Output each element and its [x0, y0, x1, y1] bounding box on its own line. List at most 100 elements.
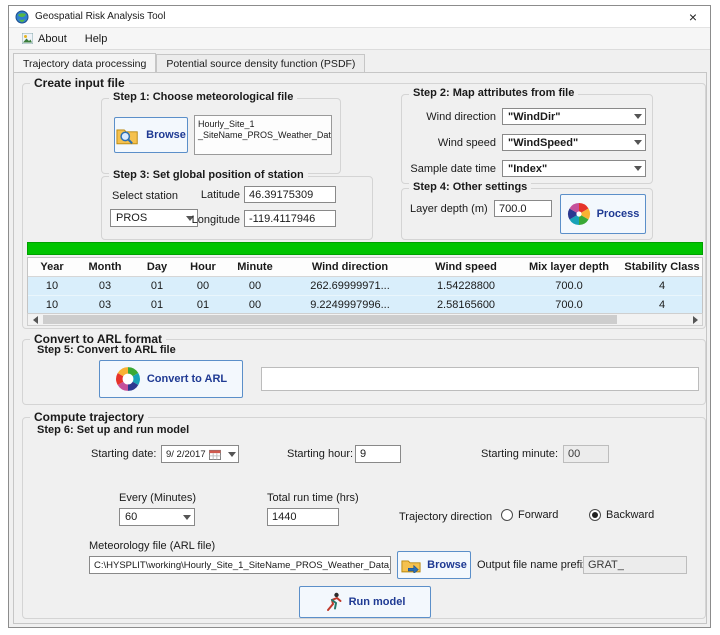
forward-radio[interactable]: Forward: [501, 509, 558, 521]
table-cell[interactable]: 01: [134, 280, 180, 292]
table-cell[interactable]: 262.69999971...: [284, 280, 416, 292]
table-cell[interactable]: 4: [622, 280, 702, 292]
scrollbar-thumb[interactable]: [43, 315, 617, 324]
table-cell[interactable]: 00: [226, 280, 284, 292]
met-file-name-line2: _SiteName_PROS_Weather_Data.csv: [198, 130, 328, 141]
tab-strip: Trajectory data processing Potential sou…: [13, 52, 365, 72]
radio-selected-icon[interactable]: [589, 509, 601, 521]
close-button[interactable]: ×: [682, 10, 704, 24]
step3-title: Step 3: Set global position of station: [109, 169, 308, 181]
output-prefix-label: Output file name prefix: [477, 559, 588, 571]
every-minutes-label: Every (Minutes): [119, 492, 196, 504]
total-run-time-field[interactable]: 1440: [267, 508, 339, 526]
sample-date-time-value: "Index": [508, 163, 547, 175]
table-horizontal-scrollbar[interactable]: [27, 313, 703, 326]
wind-direction-select[interactable]: "WindDir": [502, 108, 646, 125]
latitude-label: Latitude: [194, 189, 240, 201]
desktop: Geospatial Risk Analysis Tool × About He…: [0, 0, 720, 635]
folder-arrow-icon: [401, 558, 421, 573]
browse-arl-file-button[interactable]: Browse: [397, 551, 471, 579]
longitude-label: Longitude: [188, 214, 240, 226]
table-cell[interactable]: 700.0: [516, 299, 622, 311]
step4-title: Step 4: Other settings: [409, 181, 531, 193]
latitude-field[interactable]: 46.39175309: [244, 186, 336, 203]
menu-about[interactable]: About: [13, 31, 76, 47]
browse-met-file-button[interactable]: Browse: [114, 117, 188, 153]
table-header-cell[interactable]: Month: [76, 261, 134, 273]
process-label: Process: [597, 208, 640, 220]
table-cell[interactable]: 01: [134, 299, 180, 311]
chevron-down-icon[interactable]: [183, 515, 191, 520]
scroll-left-icon[interactable]: [28, 314, 42, 325]
chevron-down-icon[interactable]: [634, 114, 642, 119]
scroll-right-icon[interactable]: [688, 314, 702, 325]
table-header-cell[interactable]: Minute: [226, 261, 284, 273]
longitude-field[interactable]: -119.4117946: [244, 210, 336, 227]
browse-met-file-label: Browse: [146, 129, 186, 141]
table-cell[interactable]: 1.54228800: [416, 280, 516, 292]
about-icon: [22, 33, 33, 44]
table-cell[interactable]: 9.2249997996...: [284, 299, 416, 311]
tab-psdf[interactable]: Potential source density function (PSDF): [156, 54, 365, 72]
layer-depth-label: Layer depth (m): [410, 203, 488, 215]
process-button[interactable]: Process: [560, 194, 646, 234]
table-header-cell[interactable]: Mix layer depth: [516, 261, 622, 273]
window-title: Geospatial Risk Analysis Tool: [35, 11, 165, 22]
step2-title: Step 2: Map attributes from file: [409, 87, 578, 99]
every-minutes-select[interactable]: 60: [119, 508, 195, 526]
starting-hour-label: Starting hour:: [287, 448, 353, 460]
table-cell[interactable]: 2.58165600: [416, 299, 516, 311]
sample-date-time-select[interactable]: "Index": [502, 160, 646, 177]
starting-hour-field[interactable]: 9: [355, 445, 401, 463]
table-header-cell[interactable]: Wind speed: [416, 261, 516, 273]
table-cell[interactable]: 10: [28, 299, 76, 311]
every-minutes-value: 60: [125, 511, 137, 523]
step1-group: Step 1: Choose meteorological file Brows…: [101, 98, 341, 174]
table-header-cell[interactable]: Hour: [180, 261, 226, 273]
radio-icon[interactable]: [501, 509, 513, 521]
wind-speed-label: Wind speed: [406, 137, 496, 149]
met-arl-file-label: Meteorology file (ARL file): [89, 540, 215, 552]
wind-speed-select[interactable]: "WindSpeed": [502, 134, 646, 151]
table-cell[interactable]: 700.0: [516, 280, 622, 292]
chevron-down-icon[interactable]: [634, 140, 642, 145]
met-file-name-line1: Hourly_Site_1: [198, 119, 328, 130]
menu-help-label: Help: [85, 33, 108, 45]
table-cell[interactable]: 00: [180, 280, 226, 292]
station-select[interactable]: PROS: [110, 209, 198, 227]
title-bar[interactable]: Geospatial Risk Analysis Tool ×: [9, 6, 710, 28]
backward-radio-label: Backward: [606, 509, 654, 521]
pinwheel-icon: [567, 202, 591, 226]
step3-group: Step 3: Set global position of station S…: [101, 176, 373, 240]
convert-to-arl-button[interactable]: Convert to ARL: [99, 360, 243, 398]
create-input-file-title: Create input file: [30, 76, 129, 90]
menu-help[interactable]: Help: [76, 31, 117, 47]
table-cell[interactable]: 4: [622, 299, 702, 311]
tab-trajectory-data-processing[interactable]: Trajectory data processing: [13, 53, 156, 72]
table-cell[interactable]: 00: [226, 299, 284, 311]
convert-arl-group: Convert to ARL format Step 5: Convert to…: [22, 339, 706, 405]
table-cell[interactable]: 10: [28, 280, 76, 292]
met-arl-file-field[interactable]: C:\HYSPLIT\working\Hourly_Site_1_SiteNam…: [89, 556, 391, 574]
run-model-button[interactable]: Run model: [299, 586, 431, 618]
output-prefix-field[interactable]: GRAT_: [583, 556, 687, 574]
table-row[interactable]: 10 03 01 00 00 262.69999971... 1.5422880…: [28, 277, 702, 296]
step4-group: Step 4: Other settings Layer depth (m) 7…: [401, 188, 653, 240]
table-cell[interactable]: 03: [76, 280, 134, 292]
calendar-icon[interactable]: [209, 449, 221, 460]
met-file-name-box: Hourly_Site_1 _SiteName_PROS_Weather_Dat…: [194, 115, 332, 155]
table-cell[interactable]: 01: [180, 299, 226, 311]
starting-date-picker[interactable]: 9/ 2/2017: [161, 445, 239, 463]
table-cell[interactable]: 03: [76, 299, 134, 311]
table-header-cell[interactable]: Year: [28, 261, 76, 273]
chevron-down-icon[interactable]: [634, 166, 642, 171]
convert-to-arl-label: Convert to ARL: [147, 373, 227, 385]
table-header-cell[interactable]: Wind direction: [284, 261, 416, 273]
chevron-down-icon[interactable]: [228, 452, 236, 457]
layer-depth-field[interactable]: 700.0: [494, 200, 552, 217]
backward-radio[interactable]: Backward: [589, 509, 654, 521]
wind-direction-label: Wind direction: [406, 111, 496, 123]
step1-title: Step 1: Choose meteorological file: [109, 91, 297, 103]
table-header-cell[interactable]: Day: [134, 261, 180, 273]
table-header-cell[interactable]: Stability Class: [622, 261, 702, 273]
